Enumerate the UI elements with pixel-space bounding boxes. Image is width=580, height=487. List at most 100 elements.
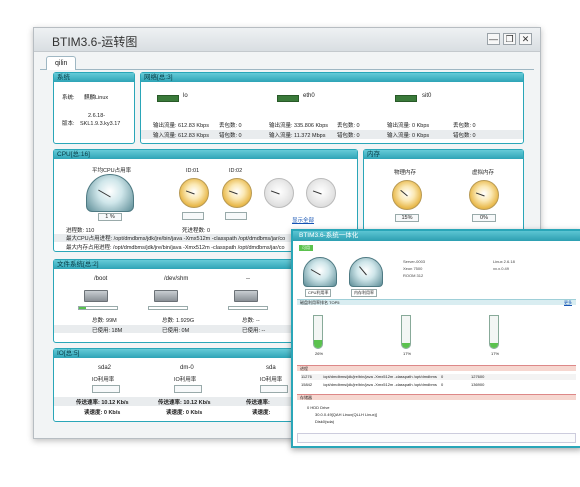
cpu-header: CPU[总:16] <box>54 150 357 159</box>
nic-name-sit0: sit0 <box>422 93 432 99</box>
fs-mount-3: -- <box>246 276 250 282</box>
cpu-gauge <box>222 178 252 208</box>
virtual-memory-label: 虚拟内存 <box>472 170 495 176</box>
os-label: 系统: <box>62 95 75 101</box>
io-name-3: sda <box>266 365 276 371</box>
cpu-gauge <box>264 178 294 208</box>
fs-total-3: 总数: -- <box>242 318 260 324</box>
system-panel: 系统 系统: 麒麟Linux 版本: 2.6.18- SKL1.9.3.ky3.… <box>53 72 135 144</box>
nic-sit0-out-err: 丢包数: 0 <box>453 123 476 129</box>
window-title: BTIM3.6-运转图 <box>52 35 138 49</box>
cpu-pct-box <box>225 212 247 220</box>
section-process: 进程 <box>297 365 576 371</box>
host-value-5: xx.x.0.49 <box>493 266 510 271</box>
proc-pid-1: 11276 <box>301 374 312 379</box>
disk-icon <box>234 290 258 302</box>
disk-tube <box>489 315 499 349</box>
filesystem-header: 文件系统[总:2] <box>54 260 297 269</box>
version-value-2: SKL1.9.3.ky3.17 <box>80 121 121 127</box>
fs-usage-bar <box>228 306 268 310</box>
fs-used-2: 已使用: 0M <box>162 328 190 334</box>
tab-bar: qilin <box>40 56 534 70</box>
filesystem-panel: 文件系统[总:2] /boot /dev/shm -- 总数: 99M 总数: … <box>53 259 298 343</box>
cpu-gauge <box>179 178 209 208</box>
physical-memory-label: 物理内存 <box>394 170 417 176</box>
nic-lo-in: 输入流量: 612.83 Kbps <box>153 133 209 139</box>
cpu-gauge <box>306 178 336 208</box>
nic-sit0-out: 输出流量: 0 Kbps <box>387 123 430 129</box>
tube-label-3: 17% <box>491 351 500 356</box>
proc-cmd-2: /opt/dmdbms/jdk/jre/bin/java -Xmx512m -c… <box>323 382 437 387</box>
version-value-1: 2.6.18- <box>88 113 106 119</box>
proc-count: 进程数: 110 <box>66 228 95 234</box>
io-label-2: IO利用率 <box>174 377 197 383</box>
footer-bar <box>297 433 576 443</box>
os-value: 麒麟Linux <box>84 95 109 101</box>
detail-window: BTIM3.6-系统一体化 可用 CPU利用率 内存利用率 Server-000… <box>291 229 580 448</box>
nic-eth0-out: 输出流量: 335.806 Kbps <box>269 123 329 129</box>
io-pct-box <box>174 385 202 393</box>
proc-cmd-1: /opt/dmdbms/jdk/jre/bin/java -Xmx512m -c… <box>323 374 437 379</box>
nic-name-lo: lo <box>183 93 188 99</box>
detail-cpu-label: CPU利用率 <box>305 289 332 297</box>
more-link[interactable]: 更多 <box>564 300 572 305</box>
fs-mount-2: /dev/shm <box>164 276 189 282</box>
network-panel: 网络[总:3] lo eth0 sit0 输出流量: 612.83 Kbps 丢… <box>140 72 524 144</box>
io-panel: IO[总:5] sda2 dm-0 sda IO利用率 IO利用率 IO利用率 … <box>53 348 298 422</box>
disk-icon <box>154 290 178 302</box>
nic-lo-out: 输出流量: 612.83 Kbps <box>153 123 209 129</box>
host-value-1: Server-0003 <box>403 259 426 264</box>
tube-label-2: 17% <box>403 351 412 356</box>
io-name-2: dm-0 <box>180 365 194 371</box>
dead-count: 死进程数: 0 <box>182 228 211 234</box>
tab-qilin[interactable]: qilin <box>46 56 77 70</box>
show-all-link[interactable]: 显示全部 <box>292 216 314 224</box>
nic-lo-out-err: 丢包数: 0 <box>219 123 242 129</box>
proc-cpu-1: 0 <box>441 374 444 379</box>
memory-header: 内存 <box>364 150 523 159</box>
status-badge: 可用 <box>299 245 313 251</box>
io-name-1: sda2 <box>98 365 112 371</box>
nic-sit0-in: 输入流量: 0 Kbps <box>387 133 430 139</box>
close-button[interactable]: ✕ <box>519 33 532 45</box>
cpu-avg-gauge <box>86 174 134 212</box>
section-top5: 磁盘利用率排名 TOP5 更多 <box>297 299 576 305</box>
io-send-3: 传送速率: <box>246 400 270 406</box>
system-header: 系统 <box>54 73 134 82</box>
section-top5-label: 磁盘利用率排名 TOP5 <box>300 300 340 305</box>
storage-row-2: 30.0.0.49[QAH Linux(QLLH Linux)] <box>315 412 378 417</box>
maximize-button[interactable]: ❐ <box>503 33 516 45</box>
title-bar: BTIM3.6-运转图 — ❐ ✕ <box>34 28 540 52</box>
virtual-memory-value: 0% <box>472 214 496 222</box>
host-value-4: Linux 2.6.18 <box>493 259 515 264</box>
cpu-avg-value: 1 % <box>98 213 122 221</box>
detail-cpu-gauge <box>303 257 337 287</box>
io-label-3: IO利用率 <box>260 377 283 383</box>
fs-mount-1: /boot <box>94 276 108 282</box>
fs-total-2: 总数: 1.929G <box>162 318 195 324</box>
cpu-id-1: ID:01 <box>186 168 200 174</box>
version-label: 版本: <box>62 121 75 127</box>
section-storage-label: 存储器 <box>300 395 312 400</box>
proc-cpu-2: 0 <box>441 382 444 387</box>
nic-icon <box>157 95 179 102</box>
io-pct-box <box>260 385 288 393</box>
io-read-3: 读速度: <box>252 410 271 416</box>
detail-mem-label: 内存利用率 <box>351 289 377 297</box>
proc-mem-1: 127600 <box>471 374 485 379</box>
disk-icon <box>84 290 108 302</box>
nic-lo-in-err: 错包数: 0 <box>219 133 242 139</box>
cpu-avg-label: 平均CPU占用率 <box>92 168 132 174</box>
minimize-button[interactable]: — <box>487 33 500 45</box>
nic-name-eth0: eth0 <box>303 93 315 99</box>
detail-title-text: BTIM3.6-系统一体化 <box>299 232 359 239</box>
storage-row-3: Disk0(sda) <box>315 419 335 424</box>
io-pct-box <box>92 385 120 393</box>
disk-tube <box>401 315 411 349</box>
io-send-2: 传送速率: 10.12 Kb/s <box>158 400 211 406</box>
physical-memory-gauge <box>392 180 422 210</box>
fs-usage-bar <box>148 306 188 310</box>
fs-used-1: 已使用: 18M <box>92 328 123 334</box>
cpu-id-2: ID:02 <box>229 168 243 174</box>
storage-row-1: 0 HDD Drive <box>307 405 330 410</box>
